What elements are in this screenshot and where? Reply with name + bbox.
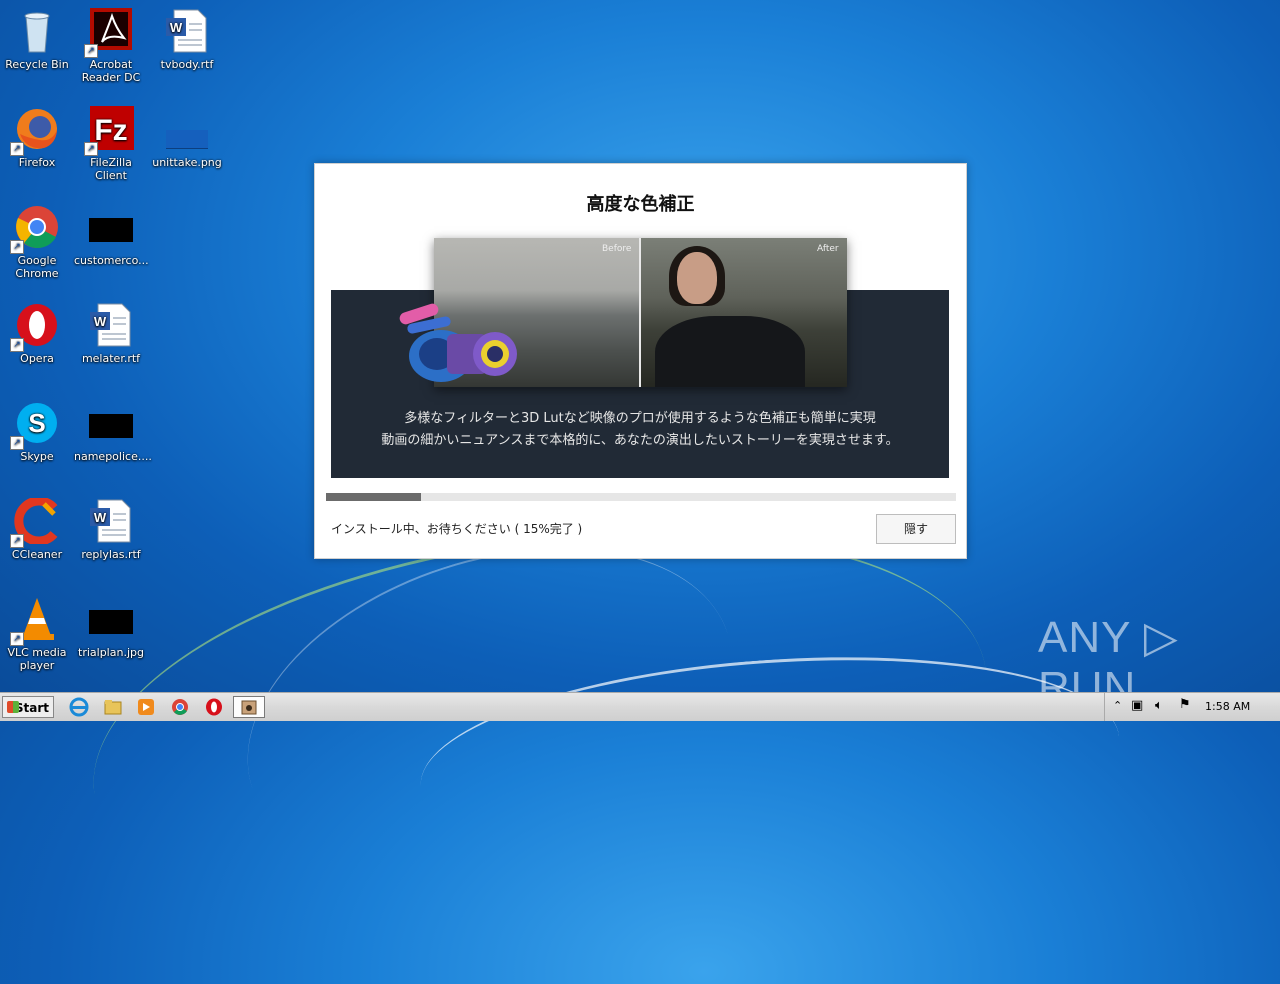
word-document-icon: W [164, 8, 210, 54]
desktop-icon-label: melater.rtf [81, 352, 141, 365]
person-face [677, 252, 717, 304]
desktop-icon-google-chrome[interactable]: ↗ Google Chrome [0, 204, 74, 280]
desktop-icon-label: Skype [20, 450, 54, 463]
volume-icon[interactable]: 🔈︎ [1155, 698, 1163, 713]
desktop-icon-label: unittake.png [152, 156, 222, 169]
compare-divider [639, 238, 641, 387]
desktop-icon-skype[interactable]: S ↗ Skype [0, 400, 74, 463]
description-line: 動画の細かいニュアンスまで本格的に、あなたの演出したいストーリーを実現させます。 [381, 433, 899, 448]
description-line: 多様なフィルターと3D Lutなど映像のプロが使用するような色補正も簡単に実現 [404, 411, 876, 426]
desktop-icon-customerco[interactable]: customerco... [74, 204, 149, 267]
word-document-icon: W [88, 498, 134, 544]
file-thumbnail-icon [88, 204, 134, 250]
desktop-icon-label: replylas.rtf [81, 548, 141, 561]
desktop-icon-label: trialplan.jpg [78, 646, 144, 659]
desktop-icon-namepolice[interactable]: namepolice.... [74, 400, 152, 463]
desktop-icon-label: customerco... [74, 254, 149, 267]
desktop-icon-trialplan[interactable]: trialplan.jpg [74, 596, 148, 659]
person-body [655, 316, 805, 387]
taskbar-explorer-icon[interactable] [100, 696, 126, 718]
desktop-icon-tvbody[interactable]: W tvbody.rtf [150, 8, 224, 71]
desktop-icon-ccleaner[interactable]: ↗ CCleaner [0, 496, 74, 561]
desktop-icon-label: FileZilla Client [90, 156, 132, 182]
progress-fill [326, 493, 421, 501]
before-label: Before [602, 244, 632, 254]
file-thumbnail-icon [88, 596, 134, 642]
desktop-icon-label: Firefox [18, 156, 56, 169]
filezilla-icon: Fz ↗ [84, 106, 134, 156]
windows-logo-icon [7, 701, 19, 713]
ccleaner-icon: ↗ [10, 496, 60, 548]
action-center-flag-icon[interactable]: ⚑ [1179, 697, 1191, 712]
installer-title: 高度な色補正 [586, 194, 695, 215]
installer-window: 高度な色補正 Before After 多様なフィルターと3D Lutなど映像の… [314, 163, 967, 559]
skype-icon: S ↗ [10, 400, 60, 450]
chrome-icon: ↗ [10, 204, 60, 254]
desktop-icon-firefox[interactable]: ↗ Firefox [0, 106, 74, 169]
start-button[interactable]: Start [2, 696, 54, 718]
desktop-icon-opera[interactable]: ↗ Opera [0, 302, 74, 365]
camera-lens-illustration [399, 298, 523, 394]
desktop-icon-label: namepolice.... [74, 450, 152, 463]
recycle-bin-icon [14, 8, 60, 54]
after-image [641, 238, 847, 387]
install-progress-bar [326, 493, 956, 501]
desktop-icon-label: Opera [20, 352, 54, 365]
taskbar-media-player-icon[interactable] [133, 696, 159, 718]
desktop-icon-label: tvbody.rtf [160, 58, 214, 71]
system-tray: ⌃ ▣ 🔈︎ ⚑ [1104, 693, 1280, 721]
taskbar: Start ⌃ ▣ 🔈︎ ⚑ 1:58 AM [0, 692, 1280, 721]
desktop-icon-label: Acrobat Reader DC [81, 58, 141, 84]
desktop-icon-vlc[interactable]: ↗ VLC media player [0, 596, 74, 672]
desktop-icon-label: CCleaner [11, 548, 63, 561]
taskbar-ie-icon[interactable] [66, 696, 92, 718]
desktop-icon-recycle-bin[interactable]: Recycle Bin [0, 8, 74, 71]
svg-text:W: W [170, 20, 183, 35]
acrobat-icon: ↗ [84, 8, 134, 58]
feature-description: 多様なフィルターと3D Lutなど映像のプロが使用するような色補正も簡単に実現 … [331, 408, 949, 452]
svg-text:S: S [28, 408, 45, 438]
after-label: After [817, 244, 839, 254]
clock[interactable]: 1:58 AM [1205, 700, 1250, 713]
firefox-icon: ↗ [10, 106, 60, 156]
start-label: Start [14, 701, 49, 715]
desktop-icon-filezilla[interactable]: Fz ↗ FileZilla Client [74, 106, 148, 182]
svg-text:W: W [94, 510, 107, 525]
desktop-icon-replylas[interactable]: W replylas.rtf [74, 498, 148, 561]
vlc-icon: ↗ [10, 596, 60, 646]
desktop-icon-label: VLC media player [7, 646, 67, 672]
desktop-icon-label: Recycle Bin [5, 58, 69, 71]
network-icon[interactable]: ▣ [1131, 698, 1143, 713]
desktop-icon-melater[interactable]: W melater.rtf [74, 302, 148, 365]
taskbar-opera-icon[interactable] [201, 696, 227, 718]
opera-icon: ↗ [10, 302, 60, 352]
taskbar-installer-icon[interactable] [233, 696, 265, 718]
desktop-icon-unittake[interactable]: unittake.png [150, 106, 224, 169]
desktop-icon-label: Google Chrome [15, 254, 59, 280]
svg-text:W: W [94, 314, 107, 329]
word-document-icon: W [88, 302, 134, 348]
taskbar-chrome-icon[interactable] [167, 696, 193, 718]
file-thumbnail-icon [88, 400, 134, 446]
hide-button[interactable]: 隠す [876, 514, 956, 544]
install-status-text: インストール中、お待ちください ( 15%完了 ) [331, 522, 583, 536]
desktop-icon-acrobat[interactable]: ↗ Acrobat Reader DC [74, 8, 148, 84]
svg-text:Fz: Fz [94, 114, 127, 147]
image-file-icon [164, 106, 210, 152]
show-hidden-icons-icon[interactable]: ⌃ [1113, 699, 1122, 712]
